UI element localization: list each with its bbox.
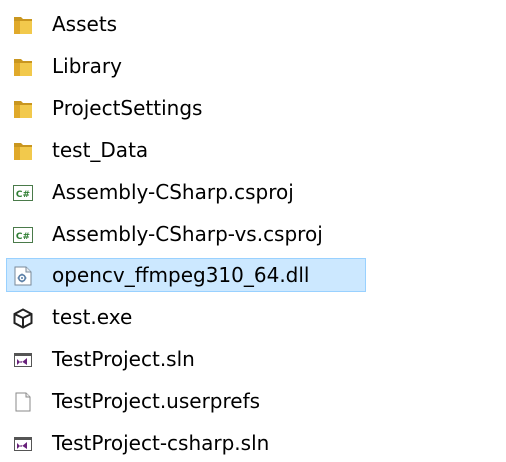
visual-studio-solution-icon: [12, 349, 34, 371]
folder-icon: [12, 140, 34, 162]
csharp-project-icon: C#: [12, 182, 34, 204]
dll-icon: [12, 265, 34, 287]
file-name: test.exe: [52, 305, 133, 329]
file-name: Assembly-CSharp-vs.csproj: [52, 222, 323, 246]
file-item-library[interactable]: Library: [6, 49, 366, 83]
file-name: Assembly-CSharp.csproj: [52, 180, 294, 204]
visual-studio-solution-icon: [12, 433, 34, 455]
file-item-testproject-sln[interactable]: TestProject.sln: [6, 342, 366, 376]
file-name: Library: [52, 54, 122, 78]
folder-icon: [12, 98, 34, 120]
file-item-assembly-csharp-csproj[interactable]: C# Assembly-CSharp.csproj: [6, 175, 366, 209]
file-item-testproject-csharp-sln[interactable]: TestProject-csharp.sln: [6, 426, 366, 460]
svg-text:C#: C#: [16, 190, 30, 200]
file-item-testproject-userprefs[interactable]: TestProject.userprefs: [6, 384, 366, 418]
file-item-opencv-ffmpeg310-64-dll[interactable]: opencv_ffmpeg310_64.dll: [6, 258, 366, 292]
file-list: Assets Library ProjectSettings test_Data…: [0, 0, 506, 462]
file-name: TestProject-csharp.sln: [52, 431, 270, 455]
file-name: TestProject.userprefs: [52, 389, 261, 413]
file-item-projectsettings[interactable]: ProjectSettings: [6, 91, 366, 125]
csharp-project-icon: C#: [12, 224, 34, 246]
svg-text:C#: C#: [16, 232, 30, 242]
file-item-test-exe[interactable]: test.exe: [6, 300, 366, 334]
blank-file-icon: [12, 391, 34, 413]
folder-icon: [12, 56, 34, 78]
file-name: Assets: [52, 12, 118, 36]
file-name: opencv_ffmpeg310_64.dll: [52, 263, 310, 287]
folder-icon: [12, 14, 34, 36]
file-name: TestProject.sln: [52, 347, 195, 371]
file-name: test_Data: [52, 138, 149, 162]
file-item-assets[interactable]: Assets: [6, 7, 366, 41]
unity-icon: [12, 307, 34, 329]
file-name: ProjectSettings: [52, 96, 203, 120]
file-item-assembly-csharp-vs-csproj[interactable]: C# Assembly-CSharp-vs.csproj: [6, 217, 366, 251]
file-item-test-data[interactable]: test_Data: [6, 133, 366, 167]
